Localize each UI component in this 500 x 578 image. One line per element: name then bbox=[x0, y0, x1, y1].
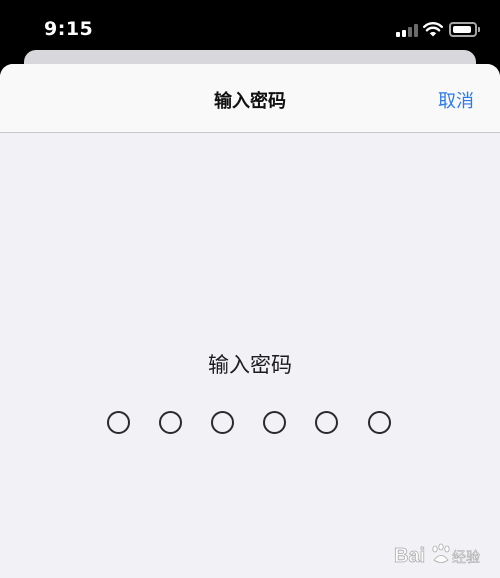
wifi-icon bbox=[423, 22, 443, 37]
status-bar: 9:15 bbox=[0, 0, 500, 56]
phone-screen: 9:15 输入密码 取消 输入密码 Bai 经验 bbox=[0, 0, 500, 578]
cancel-button[interactable]: 取消 bbox=[438, 87, 474, 113]
passcode-dots[interactable] bbox=[0, 411, 500, 437]
passcode-dot bbox=[159, 411, 182, 434]
passcode-dot bbox=[211, 411, 234, 434]
passcode-dot bbox=[368, 411, 391, 434]
sheet-title: 输入密码 bbox=[214, 91, 286, 112]
passcode-sheet: 输入密码 取消 输入密码 bbox=[0, 64, 500, 578]
passcode-prompt: 输入密码 bbox=[208, 353, 292, 377]
baidu-jingyan-watermark: Bai 经验 bbox=[394, 543, 480, 567]
battery-icon bbox=[449, 22, 477, 37]
battery-tip bbox=[478, 27, 480, 32]
sheet-nav-bar: 输入密码 取消 bbox=[0, 64, 500, 133]
svg-text:经验: 经验 bbox=[452, 550, 480, 566]
passcode-dot bbox=[263, 411, 286, 434]
svg-text:Bai: Bai bbox=[394, 545, 425, 567]
passcode-dot bbox=[107, 411, 130, 434]
status-time: 9:15 bbox=[44, 18, 94, 40]
cellular-signal-icon bbox=[396, 24, 418, 37]
passcode-dot bbox=[315, 411, 338, 434]
